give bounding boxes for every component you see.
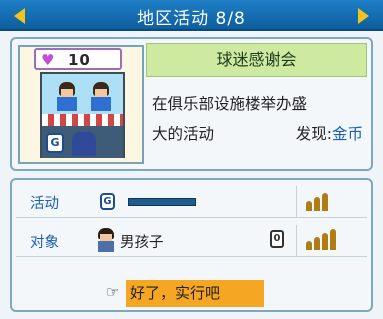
discover-label: 发现: — [295, 125, 332, 143]
target-count-badge: 0 — [270, 230, 284, 248]
event-card: ♥ 10 G 球迷感谢会 在俱乐部设施楼举办盛 大的活动 发现:金币 — [10, 37, 373, 171]
discover-info: 发现:金币 — [296, 119, 363, 149]
boy-icon — [96, 228, 116, 252]
event-description: 在俱乐部设施楼举办盛 大的活动 发现:金币 — [152, 89, 367, 149]
header-bar: 地区活动 8/8 — [0, 0, 383, 31]
activity-label: 活动 — [30, 196, 59, 212]
g-coin-icon: G — [100, 193, 115, 210]
event-name: 球迷感谢会 — [146, 43, 367, 77]
target-label: 对象 — [30, 235, 59, 251]
likes-count: 10 — [68, 51, 91, 69]
fan-figure — [90, 82, 112, 112]
pointing-hand-icon: ☞ — [106, 283, 120, 301]
activity-gauge — [128, 198, 196, 206]
staff-figure — [72, 132, 96, 156]
target-row: 对象 男孩子 0 — [16, 225, 367, 257]
description-line-1: 在俱乐部设施楼举办盛 — [152, 95, 308, 113]
page-title: 地区活动 8/8 — [137, 9, 246, 29]
activity-row: 活动 G — [16, 186, 367, 218]
likes-badge: ♥ 10 — [34, 48, 122, 70]
discover-value: 金币 — [331, 125, 363, 143]
description-line-2: 大的活动 — [152, 125, 215, 143]
event-image: G — [40, 72, 125, 158]
next-arrow-icon[interactable] — [358, 8, 369, 24]
confirm-button[interactable]: ☞ 好了，实行吧 — [106, 280, 266, 308]
g-coin-icon: G — [46, 133, 64, 153]
details-panel: 活动 G 对象 男孩子 0 ☞ 好了，实行吧 — [10, 178, 373, 312]
confirm-button-label: 好了，实行吧 — [126, 280, 264, 307]
target-value: 男孩子 — [120, 235, 164, 251]
event-portrait: ♥ 10 G — [18, 45, 144, 164]
fan-figure — [56, 82, 78, 112]
heart-icon: ♥ — [41, 51, 55, 69]
